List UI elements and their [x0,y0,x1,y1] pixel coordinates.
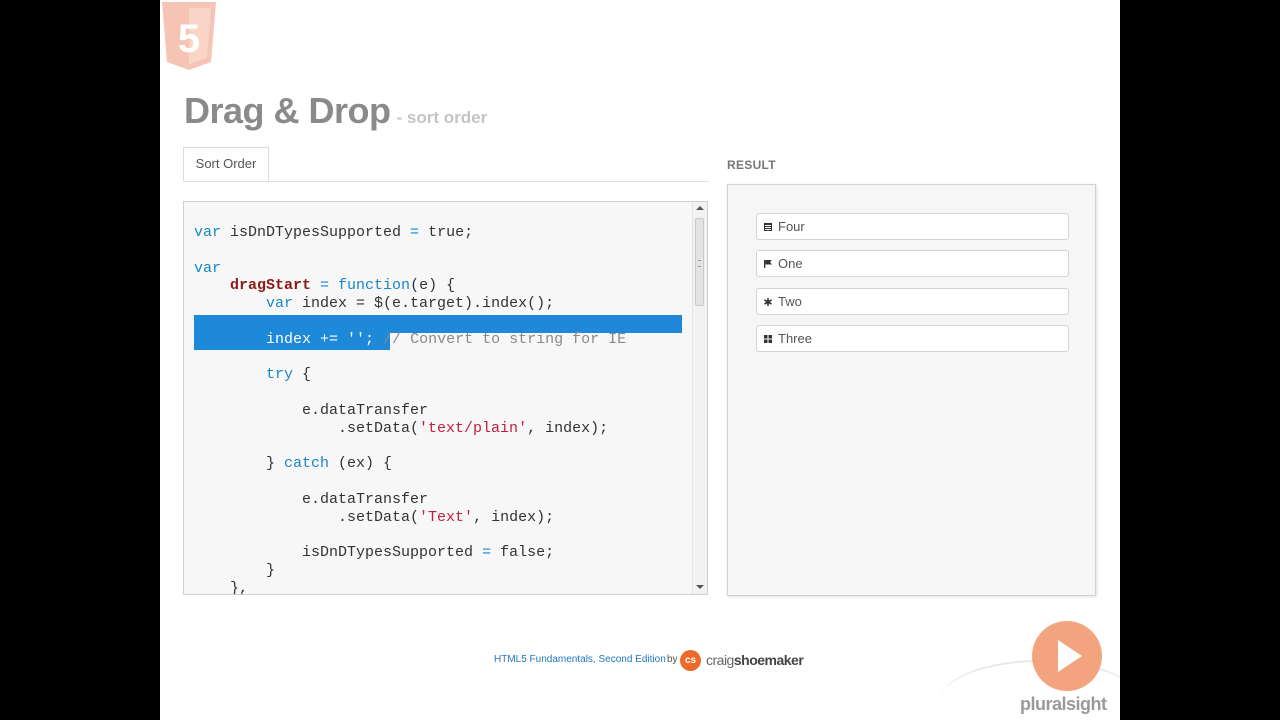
tab-bar [183,181,709,182]
item-label: One [778,256,803,271]
item-label: Four [778,219,805,234]
code-line-3: var [194,259,222,277]
code-line-16: e.dataTransfer [302,490,429,508]
editor-scrollbar[interactable] [692,202,707,594]
item-label: Two [778,294,802,309]
code-editor[interactable]: var isDnDTypesSupported = true; var drag… [183,201,708,595]
code-line-9: try { [266,366,312,384]
author-logo-icon: cs [680,650,701,671]
code-line-12: .setData('text/plain', index); [338,419,609,437]
page-title: Drag & Drop - sort order [184,90,487,132]
code-line-4: dragStart = function(e) { [230,277,456,295]
code-line-20: } [266,562,276,580]
flag-icon [764,260,772,268]
course-title: HTML5 Fundamentals, Second Edition [494,654,666,665]
sortable-item-four[interactable]: Four [756,213,1069,240]
html5-shield-icon: 5 [162,2,216,70]
result-panel: Four One Two Three [727,184,1096,596]
code-line-7: index += ''; // Convert to string for IE [266,330,627,348]
code-line-21: }, [230,579,249,595]
code-line-1: var isDnDTypesSupported = true; [194,224,474,241]
item-label: Three [778,331,812,346]
code-line-17: .setData('Text', index); [338,508,555,526]
svg-text:5: 5 [178,17,200,61]
author-name: craigshoemaker [706,652,804,668]
pluralsight-logo: pluralsight [1020,694,1107,714]
code-line-5: var index = $(e.target).index(); [266,295,555,313]
sortable-item-one[interactable]: One [756,250,1069,277]
grid-icon [764,335,772,343]
by-text: by [667,654,678,665]
play-icon[interactable] [1032,621,1102,691]
sortable-item-three[interactable]: Three [756,325,1069,352]
grip-icon [698,260,701,267]
result-label: RESULT [727,158,776,172]
code-line-11: e.dataTransfer [302,401,429,419]
tab-sort-order[interactable]: Sort Order [183,147,269,181]
code-line-14: } catch (ex) { [266,455,393,473]
calendar-icon [764,223,772,231]
scroll-up-arrow-icon[interactable] [696,206,704,210]
code-content[interactable]: var isDnDTypesSupported = true; var drag… [194,224,627,595]
asterisk-icon [764,298,772,306]
code-line-19: isDnDTypesSupported = false; [302,544,555,562]
page-subtitle: - sort order [396,108,488,127]
page-title-text: Drag & Drop [184,90,391,131]
slide: 5 Drag & Drop - sort order Sort Order var… [160,0,1120,720]
scrollbar-thumb[interactable] [695,218,704,306]
scroll-down-arrow-icon[interactable] [696,585,704,589]
sortable-item-two[interactable]: Two [756,288,1069,315]
play-triangle [1058,640,1082,672]
